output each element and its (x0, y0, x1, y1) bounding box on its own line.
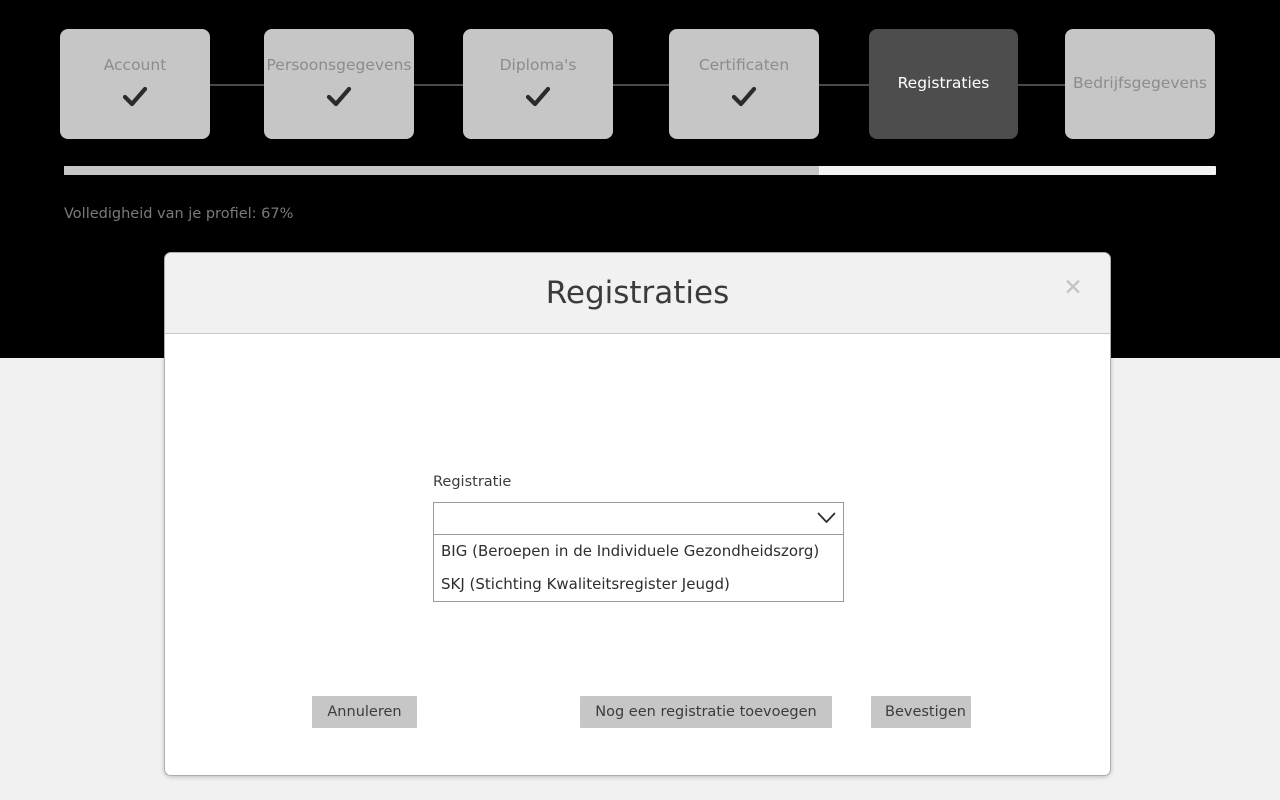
registratie-select[interactable] (433, 501, 844, 535)
check-icon (122, 84, 148, 110)
step-registraties[interactable]: Registraties (869, 29, 1018, 139)
registratie-field: Registratie BIG (Beroepen in de Individu… (433, 475, 844, 602)
close-icon[interactable]: ✕ (1058, 273, 1088, 303)
step-persoonsgegevens[interactable]: Persoonsgegevens (264, 29, 414, 139)
registratie-option-skj[interactable]: SKJ (Stichting Kwaliteitsregister Jeugd) (434, 568, 843, 601)
page-title: Registraties (545, 274, 730, 311)
check-icon (525, 84, 551, 110)
app-root: Account Persoonsgegevens Diploma's Certi… (0, 0, 1280, 800)
step-label: Registraties (897, 74, 990, 93)
step-label: Persoonsgegevens (266, 55, 412, 74)
registratie-options-list: BIG (Beroepen in de Individuele Gezondhe… (433, 534, 844, 602)
profile-completeness-label: Volledigheid van je profiel: 67% (64, 206, 294, 222)
step-certificaten[interactable]: Certificaten (669, 29, 819, 139)
chevron-down-icon (809, 512, 843, 524)
confirm-button[interactable]: Bevestigen (871, 696, 971, 728)
step-label: Certificaten (698, 55, 790, 74)
check-icon (731, 84, 757, 110)
profile-completeness-fill (64, 166, 819, 175)
add-another-registration-button[interactable]: Nog een registratie toevoegen (580, 696, 832, 728)
registraties-modal: Registraties ✕ Registratie BIG (Beroepen… (164, 252, 1111, 776)
step-account[interactable]: Account (60, 29, 210, 139)
cancel-button[interactable]: Annuleren (312, 696, 417, 728)
modal-body: Registratie BIG (Beroepen in de Individu… (165, 334, 1110, 775)
profile-completeness-bar (64, 166, 1216, 175)
step-label: Diploma's (499, 55, 577, 74)
modal-header: Registraties ✕ (165, 253, 1110, 334)
step-bedrijfsgegevens[interactable]: Bedrijfsgegevens (1065, 29, 1215, 139)
step-diplomas[interactable]: Diploma's (463, 29, 613, 139)
registratie-label: Registratie (433, 474, 512, 490)
progress-stepper: Account Persoonsgegevens Diploma's Certi… (60, 29, 1215, 139)
check-icon (326, 84, 352, 110)
step-label: Bedrijfsgegevens (1073, 74, 1207, 93)
step-label: Account (103, 55, 167, 74)
registratie-option-big[interactable]: BIG (Beroepen in de Individuele Gezondhe… (434, 535, 843, 568)
